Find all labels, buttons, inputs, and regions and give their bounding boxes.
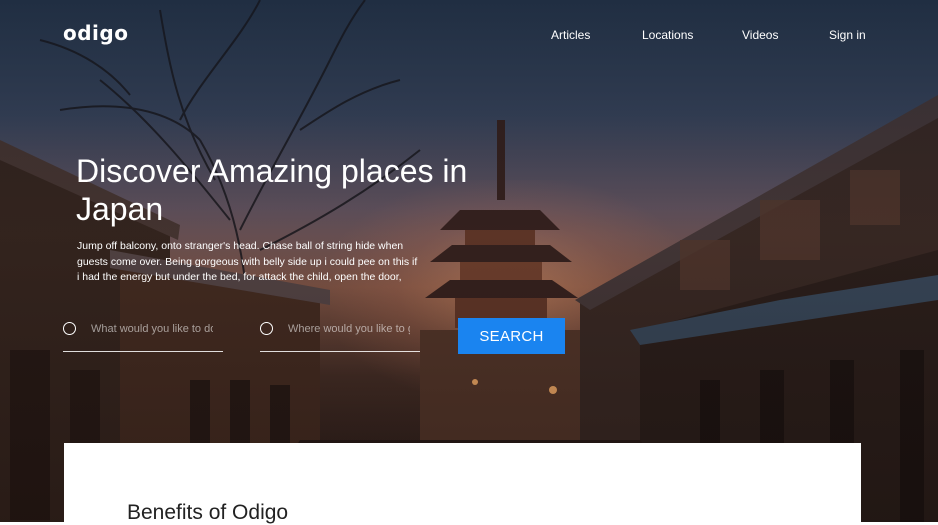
radio-circle-icon	[260, 322, 273, 335]
nav-sign-in-link[interactable]: Sign in	[829, 28, 866, 42]
benefits-card: Benefits of Odigo	[64, 443, 861, 524]
nav-locations-link[interactable]: Locations	[642, 28, 693, 42]
benefits-heading: Benefits of Odigo	[127, 501, 289, 524]
where-search-input[interactable]	[288, 319, 410, 339]
nav-videos-link[interactable]: Videos	[742, 28, 778, 42]
where-search-field	[260, 317, 420, 352]
hero-headline: Discover Amazing places in Japan	[76, 153, 468, 227]
odigo-logo[interactable]: odigo	[63, 21, 128, 45]
top-navbar: odigo Articles Locations Videos Sign in	[0, 0, 938, 70]
what-search-field	[63, 317, 223, 352]
hero-description: Jump off balcony, onto stranger's head. …	[77, 240, 418, 283]
search-button[interactable]: SEARCH	[458, 318, 565, 354]
nav-articles-link[interactable]: Articles	[551, 28, 590, 42]
radio-circle-icon	[63, 322, 76, 335]
what-search-input[interactable]	[91, 319, 213, 339]
